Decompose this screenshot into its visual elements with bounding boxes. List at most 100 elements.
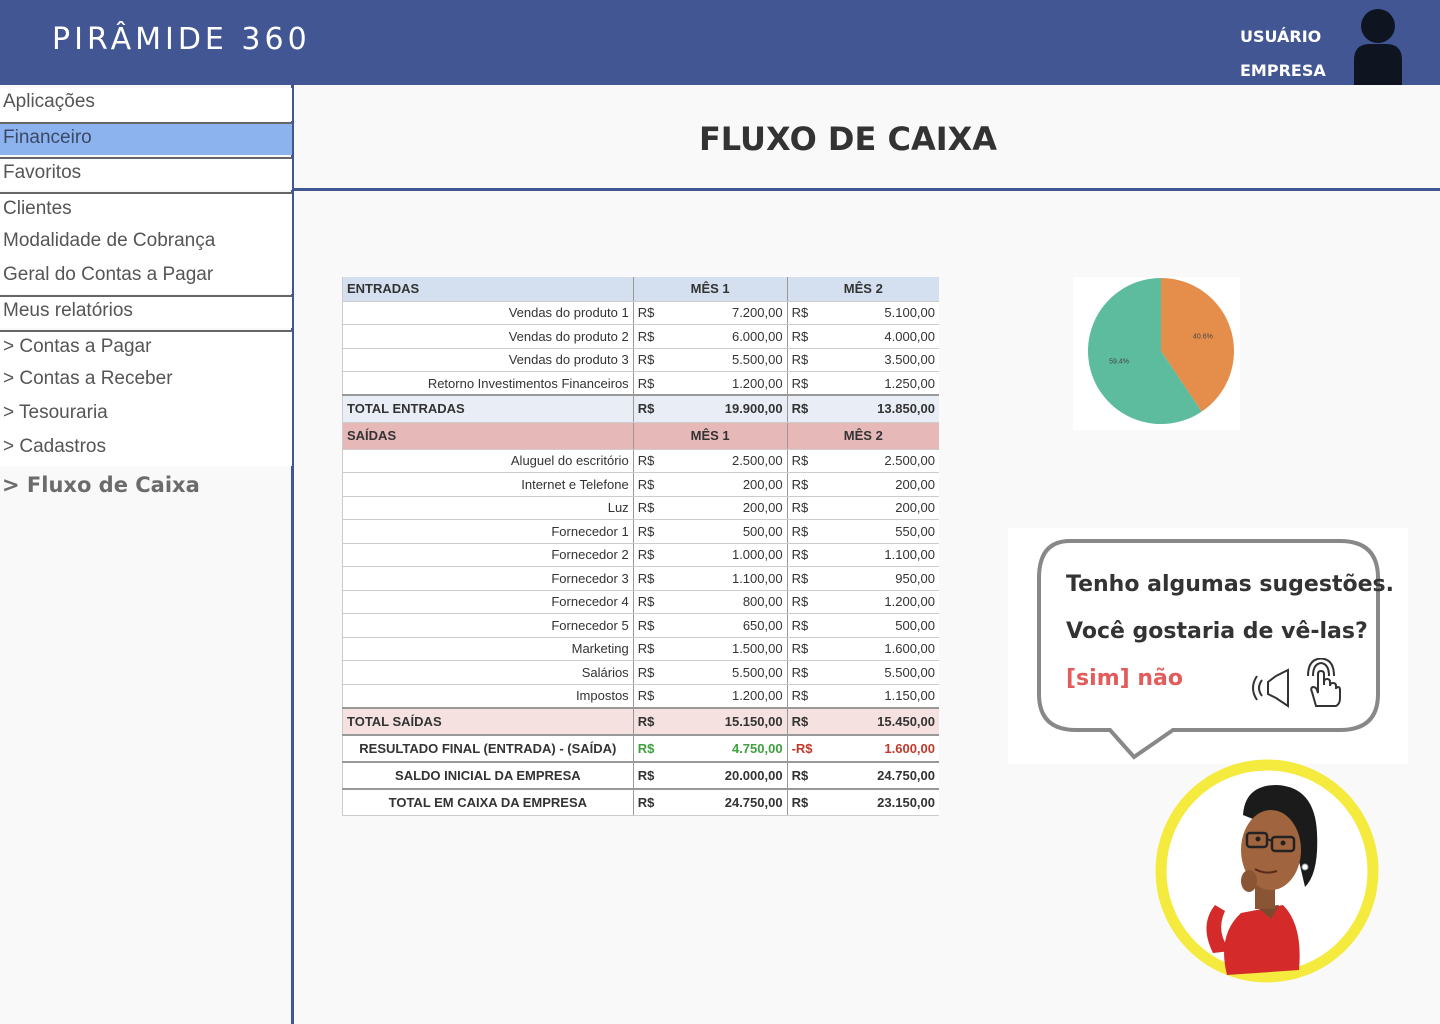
- speaker-icon[interactable]: [1250, 668, 1292, 708]
- row-currency-m1: R$: [633, 566, 674, 591]
- row-currency-m1: R$: [633, 394, 674, 423]
- row-value-m1: 7.200,00: [673, 301, 788, 325]
- row-currency-m2: R$: [787, 613, 828, 638]
- row-label: SALDO INICIAL DA EMPRESA: [342, 760, 634, 789]
- row-label: Fornecedor 3: [342, 566, 634, 591]
- row-value-m1: 200,00: [673, 496, 788, 520]
- row-currency-m1: R$: [633, 348, 674, 372]
- row-value-m2: 15.450,00: [827, 706, 939, 735]
- entradas-header-row: ENTRADAS MÊS 1 MÊS 2: [342, 277, 939, 302]
- row-value-m2: 200,00: [827, 496, 939, 520]
- assistant-avatar-icon[interactable]: [1155, 755, 1380, 987]
- row-currency-m2: R$: [787, 472, 828, 497]
- user-avatar-icon[interactable]: [1352, 8, 1404, 85]
- row-value-m1: 1.100,00: [673, 566, 788, 591]
- sidebar-item-financeiro[interactable]: Financeiro: [0, 122, 292, 155]
- row-value-m2: 950,00: [827, 566, 939, 591]
- total-entradas-row: TOTAL ENTRADAS R$ 19.900,00 R$ 13.850,00: [342, 394, 939, 423]
- row-value-m1: 200,00: [673, 472, 788, 497]
- sidebar-item-fluxo-caixa[interactable]: > Fluxo de Caixa: [2, 473, 200, 497]
- page-title: FLUXO DE CAIXA: [698, 120, 998, 158]
- row-label: Retorno Investimentos Financeiros: [342, 371, 634, 396]
- resultado-row: RESULTADO FINAL (ENTRADA) - (SAÍDA) R$ 4.7…: [342, 733, 939, 762]
- top-header: PIRÂMIDE 360 USUÁRIO EMPRESA: [0, 0, 1440, 85]
- row-currency-m1: R$: [633, 733, 674, 762]
- row-value-m2: 5.100,00: [827, 301, 939, 325]
- row-currency-m2: R$: [787, 348, 828, 372]
- month2-header: MÊS 2: [787, 277, 939, 302]
- assistant-message-line1: Tenho algumas sugestões.: [1066, 572, 1394, 597]
- row-currency-m1: R$: [633, 637, 674, 661]
- saida-row: Internet e Telefone R$ 200,00 R$ 200,00: [342, 472, 939, 497]
- row-value-m2: 1.600,00: [827, 733, 939, 762]
- row-value-m2: 1.100,00: [827, 543, 939, 567]
- saidas-header: SAÍDAS: [342, 422, 634, 450]
- row-currency-m2: R$: [787, 760, 828, 789]
- speech-bubble-shape: [1037, 539, 1380, 760]
- sidebar-item-cadastros[interactable]: > Cadastros: [0, 432, 292, 466]
- month2-header: MÊS 2: [787, 422, 939, 450]
- row-value-m1: 1.200,00: [673, 684, 788, 708]
- row-value-m1: 1.500,00: [673, 637, 788, 661]
- entrada-row: Vendas do produto 2 R$ 6.000,00 R$ 4.000,00: [342, 324, 939, 349]
- row-currency-m1: R$: [633, 301, 674, 325]
- sidebar-item-clientes[interactable]: Clientes: [0, 192, 292, 226]
- row-label: Fornecedor 2: [342, 543, 634, 567]
- row-currency-m2: R$: [787, 519, 828, 544]
- row-label: Fornecedor 1: [342, 519, 634, 544]
- saida-row: Aluguel do escritório R$ 2.500,00 R$ 2.500,0…: [342, 449, 939, 473]
- row-currency-m1: R$: [633, 613, 674, 638]
- saidas-header-row: SAÍDAS MÊS 1 MÊS 2: [342, 422, 939, 450]
- sidebar: Aplicações Financeiro Favoritos Clientes…: [0, 85, 294, 1024]
- row-value-m1: 650,00: [673, 613, 788, 638]
- entrada-row: Vendas do produto 1 R$ 7.200,00 R$ 5.100,00: [342, 301, 939, 325]
- row-label: RESULTADO FINAL (ENTRADA) - (SAÍDA): [342, 733, 634, 762]
- row-currency-m2: R$: [787, 301, 828, 325]
- assistant-options: [sim] não: [1066, 666, 1183, 691]
- row-currency-m1: R$: [633, 590, 674, 614]
- saida-row: Fornecedor 4 R$ 800,00 R$ 1.200,00: [342, 590, 939, 614]
- row-label: Marketing: [342, 637, 634, 661]
- sidebar-item-tesouraria[interactable]: > Tesouraria: [0, 398, 292, 432]
- row-value-m2: 1.250,00: [827, 371, 939, 396]
- row-value-m1: 1.000,00: [673, 543, 788, 567]
- entradas-header: ENTRADAS: [342, 277, 634, 302]
- entrada-row: Vendas do produto 3 R$ 5.500,00 R$ 3.500,00: [342, 348, 939, 372]
- sidebar-item-modalidade[interactable]: Modalidade de Cobrança: [0, 226, 292, 260]
- row-value-m1: 4.750,00: [673, 733, 788, 762]
- title-divider: [294, 188, 1440, 191]
- row-value-m1: 5.500,00: [673, 660, 788, 685]
- option-sim[interactable]: [sim]: [1066, 666, 1130, 691]
- sidebar-item-contas-pagar[interactable]: > Contas a Pagar: [0, 330, 292, 364]
- pie-chart: 40.6% 59.4%: [1073, 277, 1240, 430]
- row-value-m1: 15.150,00: [673, 706, 788, 735]
- row-label: Fornecedor 4: [342, 590, 634, 614]
- row-label: Luz: [342, 496, 634, 520]
- sidebar-item-aplicacoes[interactable]: Aplicações: [0, 88, 292, 121]
- row-currency-m2: R$: [787, 449, 828, 473]
- pie-chart-svg: 40.6% 59.4%: [1088, 278, 1234, 424]
- row-currency-m1: R$: [633, 543, 674, 567]
- row-currency-m1: R$: [633, 760, 674, 789]
- row-value-m2: 1.600,00: [827, 637, 939, 661]
- row-label: Vendas do produto 3: [342, 348, 634, 372]
- row-value-m2: 24.750,00: [827, 760, 939, 789]
- option-nao[interactable]: não: [1137, 666, 1183, 691]
- row-currency-m1: R$: [633, 324, 674, 349]
- sidebar-item-contas-receber[interactable]: > Contas a Receber: [0, 364, 292, 398]
- user-info[interactable]: USUÁRIO EMPRESA: [1240, 20, 1326, 88]
- row-value-m1: 1.200,00: [673, 371, 788, 396]
- row-value-m2: 200,00: [827, 472, 939, 497]
- touch-hand-icon[interactable]: [1302, 658, 1342, 710]
- sidebar-item-meus-relatorios[interactable]: Meus relatórios: [0, 295, 292, 328]
- sidebar-item-favoritos[interactable]: Favoritos: [0, 157, 292, 190]
- row-label: TOTAL ENTRADAS: [342, 394, 634, 423]
- sidebar-item-geral-contas-pagar[interactable]: Geral do Contas a Pagar: [0, 260, 292, 294]
- pie-slice-label: 40.6%: [1193, 333, 1213, 340]
- row-value-m2: 13.850,00: [827, 394, 939, 423]
- company-name: EMPRESA: [1240, 61, 1326, 80]
- total-saidas-row: TOTAL SAÍDAS R$ 15.150,00 R$ 15.450,00: [342, 706, 939, 735]
- row-label: Impostos: [342, 684, 634, 708]
- brand-logo[interactable]: PIRÂMIDE 360: [52, 22, 311, 57]
- row-currency-m2: R$: [787, 684, 828, 708]
